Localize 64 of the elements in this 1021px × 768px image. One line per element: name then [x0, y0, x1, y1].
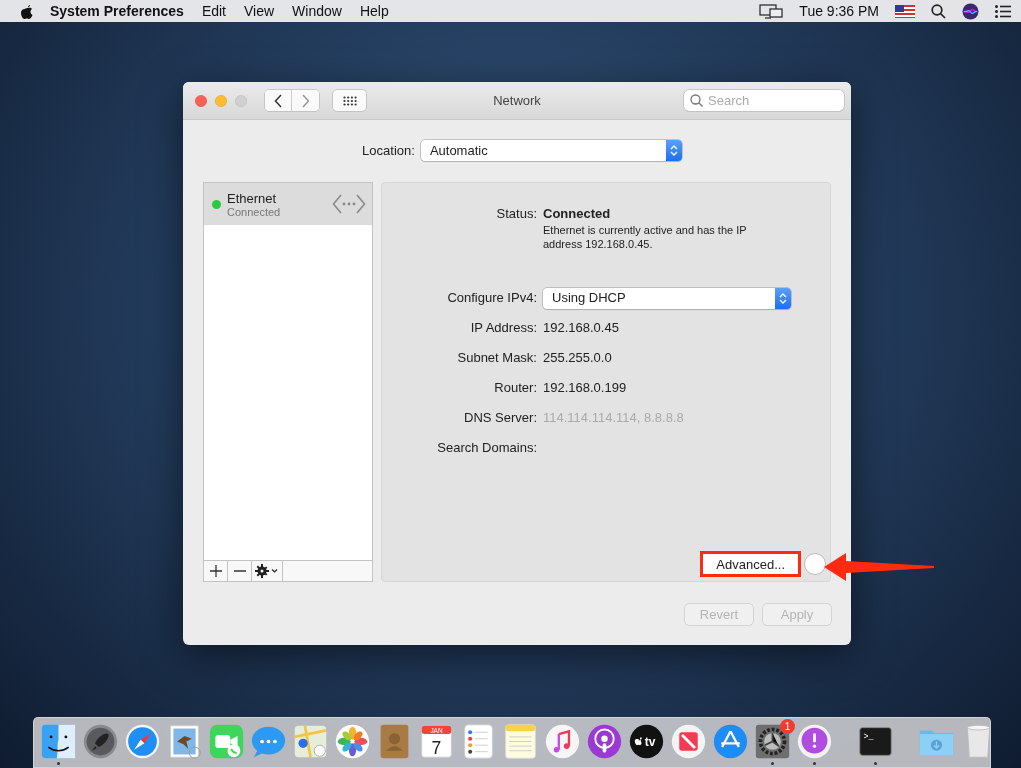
ethernet-arrows-icon	[332, 193, 366, 215]
gear-icon[interactable]	[754, 723, 791, 760]
flag-icon[interactable]	[895, 4, 915, 18]
field-value: 192.168.0.45	[543, 319, 620, 337]
advanced-button[interactable]: Advanced...	[703, 554, 798, 574]
annotation-arrow-icon	[824, 552, 934, 582]
terminal-prompt: >_	[863, 731, 874, 741]
finder-face-icon[interactable]	[40, 723, 77, 760]
plus-icon	[209, 565, 222, 577]
display-icon[interactable]	[759, 3, 784, 19]
list-icon[interactable]	[995, 4, 1011, 18]
search-icon	[690, 94, 703, 107]
feedback-icon[interactable]	[796, 723, 833, 760]
field-value: 255.255.0.0	[543, 349, 613, 367]
chevron-right-icon	[301, 93, 310, 108]
compass-icon[interactable]	[124, 723, 161, 760]
app-menu[interactable]: System Preferences	[34, 3, 193, 19]
status-value: Connected	[543, 205, 612, 223]
menu-item[interactable]: View	[235, 3, 284, 19]
grid-icon	[342, 95, 357, 106]
gear-icon	[255, 564, 279, 578]
flower-icon[interactable]	[334, 723, 371, 760]
tv-label: tv	[644, 735, 656, 750]
search-icon[interactable]	[931, 3, 946, 19]
close-button[interactable]	[195, 94, 207, 107]
window-title: Network	[493, 93, 541, 108]
configure-label: Configure IPv4:	[446, 289, 537, 307]
back-button[interactable]	[265, 90, 292, 111]
chevron-left-icon	[274, 93, 282, 108]
status-label: Status:	[495, 205, 537, 223]
service-name: Ethernet	[227, 190, 278, 206]
siri-icon[interactable]	[962, 2, 979, 20]
map-icon[interactable]	[292, 723, 329, 760]
status-description: Ethernet is currently active and has the IP address 192.168.0.45.	[543, 223, 748, 251]
notification-badge: 1	[780, 719, 795, 734]
field-label: Router:	[493, 379, 537, 397]
menu-clock[interactable]: Tue 9:36 PM	[799, 3, 879, 19]
podcast-icon[interactable]	[586, 723, 623, 760]
action-menu-button[interactable]	[252, 561, 283, 581]
field-label: Subnet Mask:	[456, 349, 537, 367]
menu-item[interactable]: Edit	[192, 3, 235, 19]
up-down-arrows-icon	[669, 144, 678, 157]
field-value: 114.114.114.114, 8.8.8.8	[543, 409, 685, 427]
service-item[interactable]: Ethernet Connected	[204, 183, 372, 225]
music-note-icon[interactable]	[544, 723, 581, 760]
tv-icon[interactable]: tv	[628, 723, 665, 760]
configure-dropdown[interactable]: Using DHCP	[543, 287, 791, 309]
location-label: Location:	[362, 143, 415, 158]
menu-item[interactable]: Window	[283, 3, 351, 19]
apple-logo-icon[interactable]	[20, 3, 34, 19]
app-store-icon[interactable]	[712, 723, 749, 760]
up-down-arrows-icon	[779, 291, 787, 305]
field-label: DNS Server:	[463, 409, 537, 427]
field-value: 192.168.0.199	[543, 379, 628, 397]
search-field[interactable]: Search	[684, 90, 844, 111]
field-label: Search Domains:	[436, 439, 537, 457]
location-dropdown[interactable]: Automatic	[420, 140, 682, 161]
menu-item[interactable]: Help	[350, 3, 398, 19]
rocket-icon[interactable]	[82, 723, 119, 760]
show-all-button[interactable]	[333, 90, 366, 111]
field-label: IP Address:	[469, 319, 537, 337]
calendar-day: 7	[431, 737, 442, 758]
news-icon[interactable]	[670, 723, 707, 760]
service-status: Connected	[227, 205, 282, 218]
